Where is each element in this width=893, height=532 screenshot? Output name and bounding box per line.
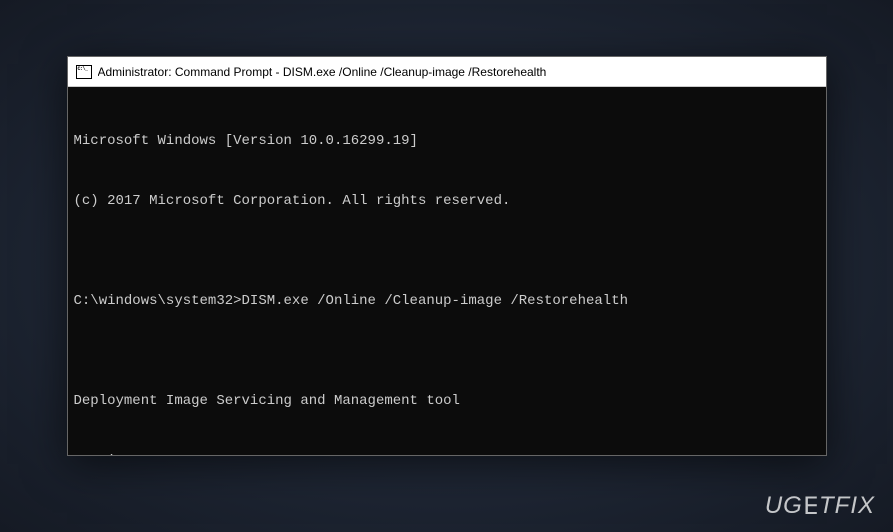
watermark-text1: UG bbox=[765, 492, 803, 519]
console-prompt-line: C:\windows\system32>DISM.exe /Online /Cl… bbox=[74, 291, 820, 311]
console-line: Deployment Image Servicing and Managemen… bbox=[74, 391, 820, 411]
window-title: Administrator: Command Prompt - DISM.exe… bbox=[98, 65, 547, 79]
console-line: Version: 10.0.16299.15 bbox=[74, 451, 820, 455]
console-line: Microsoft Windows [Version 10.0.16299.19… bbox=[74, 131, 820, 151]
watermark-text2: TFIX bbox=[819, 492, 875, 519]
console-line: (c) 2017 Microsoft Corporation. All righ… bbox=[74, 191, 820, 211]
watermark-e-icon: ∃ bbox=[803, 492, 819, 521]
command-prompt-window: Administrator: Command Prompt - DISM.exe… bbox=[67, 56, 827, 456]
titlebar[interactable]: Administrator: Command Prompt - DISM.exe… bbox=[68, 57, 826, 87]
watermark: UG∃TFIX bbox=[765, 491, 875, 520]
console-output[interactable]: Microsoft Windows [Version 10.0.16299.19… bbox=[68, 87, 826, 455]
cmd-icon bbox=[76, 65, 92, 79]
